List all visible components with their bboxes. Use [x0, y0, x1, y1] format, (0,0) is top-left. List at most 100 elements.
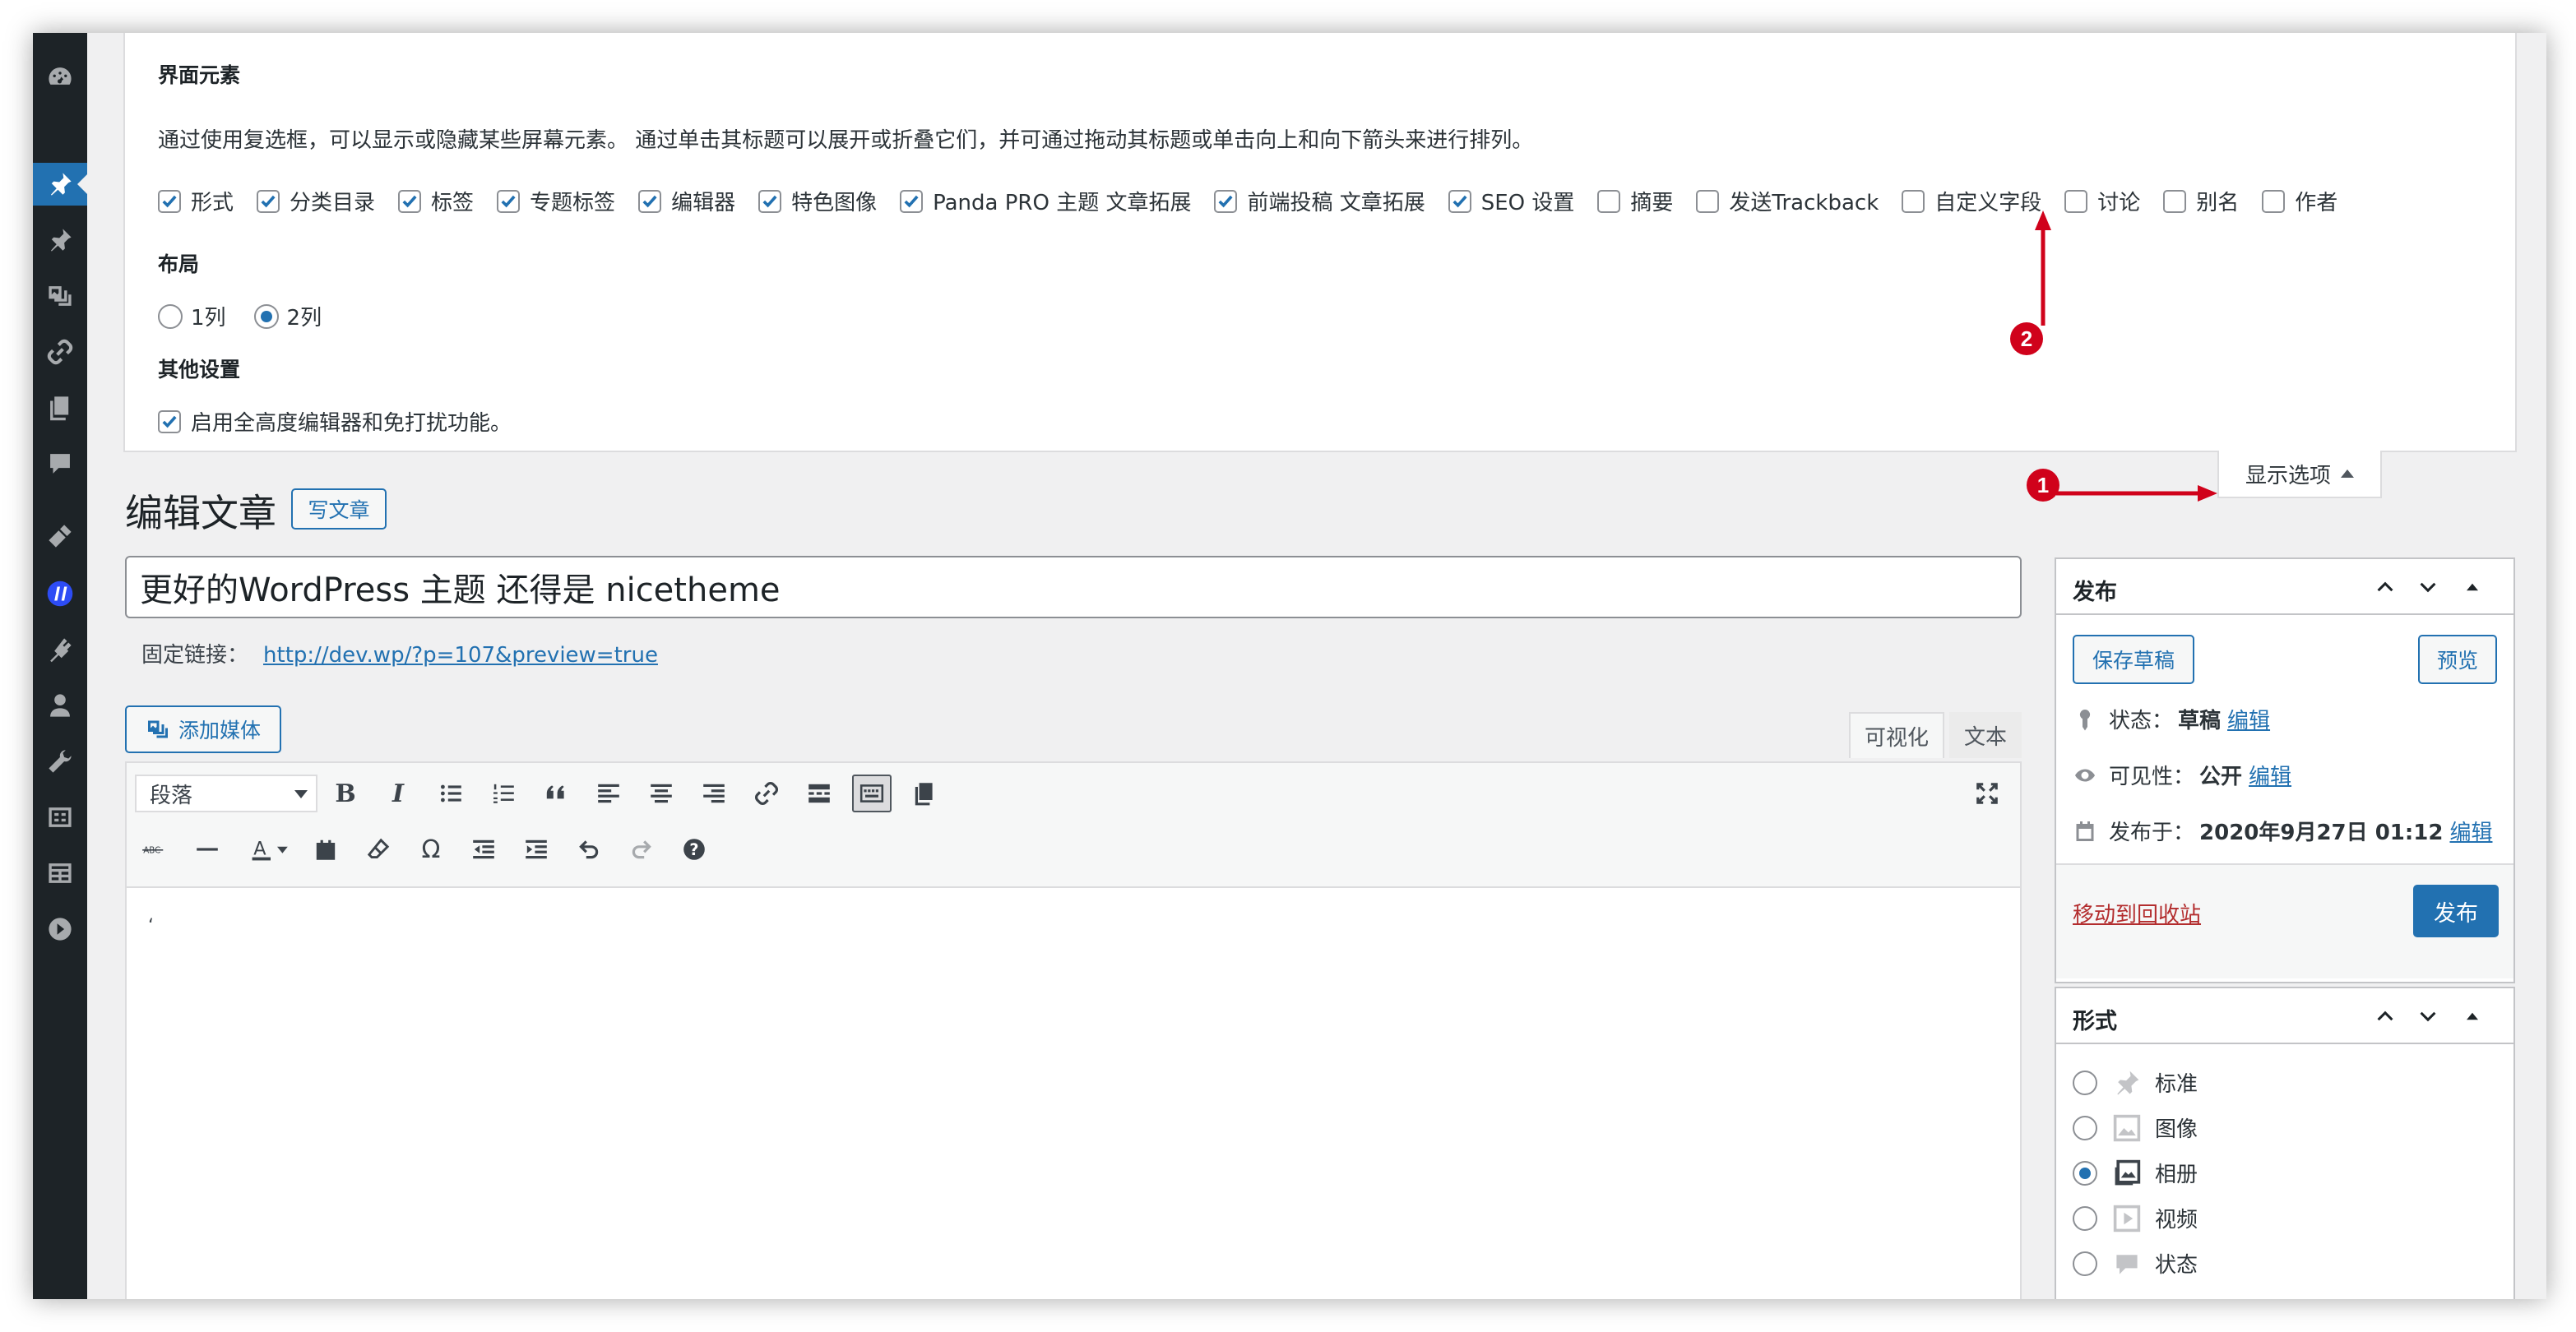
bold-button[interactable]: B: [326, 775, 365, 812]
paste-text-button[interactable]: [306, 830, 345, 868]
link-icon[interactable]: [33, 331, 87, 373]
post-format-option[interactable]: 相册: [2073, 1158, 2198, 1188]
clear-formatting-button[interactable]: [359, 830, 398, 868]
move-to-trash-link[interactable]: 移动到回收站: [2073, 898, 2201, 928]
checkbox-control[interactable]: [398, 189, 422, 213]
screen-element-checkbox[interactable]: 作者: [2262, 186, 2337, 216]
post-format-option[interactable]: 视频: [2073, 1203, 2198, 1233]
outdent-button[interactable]: [464, 830, 503, 868]
media-icon[interactable]: [33, 275, 87, 317]
table-icon[interactable]: [33, 852, 87, 895]
users-icon[interactable]: [33, 684, 87, 727]
posts-pin-icon[interactable]: [33, 163, 87, 206]
post-title-input[interactable]: 更好的WordPress 主题 还得是 nicetheme: [125, 556, 2022, 618]
radio-control[interactable]: [2073, 1115, 2097, 1140]
toolbar-toggle-button[interactable]: [852, 775, 892, 812]
permalink-link[interactable]: http://dev.wp/?p=107&preview=true: [263, 643, 658, 668]
insert-link-button[interactable]: [747, 775, 786, 812]
checkbox-control[interactable]: [1597, 189, 1621, 213]
editor-content[interactable]: ‘: [148, 916, 154, 937]
align-right-button[interactable]: [694, 775, 734, 812]
screen-element-checkbox[interactable]: 编辑器: [638, 186, 735, 216]
dashboard-icon[interactable]: [33, 56, 87, 99]
radio-control[interactable]: [2073, 1160, 2097, 1186]
screen-element-checkbox[interactable]: 形式: [158, 186, 234, 216]
checkbox-control[interactable]: [758, 189, 782, 213]
horizontal-line-button[interactable]: [188, 830, 227, 868]
copy-icon[interactable]: [905, 775, 944, 812]
edit-visibility-link[interactable]: 编辑: [2249, 760, 2291, 790]
settings-icon[interactable]: [33, 796, 87, 839]
save-draft-button[interactable]: 保存草稿: [2073, 635, 2194, 684]
checkbox-control[interactable]: [497, 189, 521, 213]
tools-icon[interactable]: [33, 740, 87, 783]
format-select[interactable]: 段落: [135, 775, 317, 812]
checkbox-control[interactable]: [158, 409, 181, 433]
fullscreen-editor-checkbox[interactable]: 启用全高度编辑器和免打扰功能。: [158, 406, 512, 437]
theme-logo-icon[interactable]: [33, 572, 87, 615]
checkbox-control[interactable]: [1448, 189, 1471, 213]
checkbox-control[interactable]: [1696, 189, 1720, 213]
screen-element-checkbox[interactable]: 标签: [398, 186, 474, 216]
appearance-icon[interactable]: [33, 515, 87, 557]
collapse-menu-icon[interactable]: [33, 908, 87, 950]
align-left-button[interactable]: [589, 775, 628, 812]
redo-button[interactable]: [622, 830, 661, 868]
radio-control[interactable]: [2073, 1251, 2097, 1276]
screen-element-checkbox[interactable]: 别名: [2163, 186, 2239, 216]
screen-element-checkbox[interactable]: 分类目录: [257, 186, 375, 216]
radio-control[interactable]: [2073, 1070, 2097, 1095]
radio-control[interactable]: [253, 303, 279, 329]
layout-1-column-radio[interactable]: 1列: [158, 301, 226, 331]
fullscreen-button[interactable]: [1967, 775, 2007, 812]
screen-options-toggle[interactable]: 显示选项: [2217, 451, 2382, 498]
screen-element-checkbox[interactable]: 发送Trackback: [1696, 186, 1879, 216]
read-more-button[interactable]: [799, 775, 839, 812]
plugins-icon[interactable]: [33, 628, 87, 671]
undo-button[interactable]: [569, 830, 609, 868]
numbered-list-button[interactable]: [484, 775, 523, 812]
edit-status-link[interactable]: 编辑: [2227, 704, 2270, 734]
move-up-icon[interactable]: [2370, 1001, 2400, 1031]
screen-element-checkbox[interactable]: 摘要: [1597, 186, 1673, 216]
checkbox-control[interactable]: [257, 189, 280, 213]
post-format-option[interactable]: 状态: [2073, 1248, 2198, 1279]
layout-2-columns-radio[interactable]: 2列: [253, 301, 322, 331]
checkbox-control[interactable]: [2163, 189, 2187, 213]
pages-icon[interactable]: [33, 386, 87, 429]
add-new-post-button[interactable]: 写文章: [291, 488, 387, 530]
text-color-button[interactable]: A: [242, 830, 299, 868]
screen-element-checkbox[interactable]: SEO 设置: [1448, 186, 1574, 216]
radio-control[interactable]: [158, 303, 183, 329]
special-character-button[interactable]: Ω: [411, 830, 451, 868]
screen-element-checkbox[interactable]: 前端投稿 文章拓展: [1214, 186, 1425, 216]
strikethrough-button[interactable]: ABC: [135, 830, 174, 868]
edit-date-link[interactable]: 编辑: [2449, 816, 2492, 846]
collapse-caret-icon[interactable]: [2458, 572, 2487, 602]
screen-element-checkbox[interactable]: 专题标签: [497, 186, 615, 216]
help-icon[interactable]: ?: [674, 830, 714, 868]
checkbox-control[interactable]: [2262, 189, 2286, 213]
checkbox-control[interactable]: [158, 189, 181, 213]
move-down-icon[interactable]: [2413, 1001, 2443, 1031]
preview-button[interactable]: 预览: [2418, 635, 2497, 684]
move-down-icon[interactable]: [2413, 572, 2443, 602]
align-center-button[interactable]: [642, 775, 681, 812]
post-format-option[interactable]: 图像: [2073, 1112, 2198, 1143]
pin-icon[interactable]: [33, 219, 87, 261]
move-up-icon[interactable]: [2370, 572, 2400, 602]
checkbox-control[interactable]: [900, 189, 924, 213]
radio-control[interactable]: [2073, 1205, 2097, 1231]
collapse-caret-icon[interactable]: [2458, 1001, 2487, 1031]
checkbox-control[interactable]: [1214, 189, 1238, 213]
checkbox-control[interactable]: [638, 189, 662, 213]
italic-button[interactable]: I: [378, 775, 418, 812]
bullet-list-button[interactable]: [431, 775, 470, 812]
comments-icon[interactable]: [33, 442, 87, 485]
add-media-button[interactable]: 添加媒体: [125, 705, 281, 753]
checkbox-control[interactable]: [1902, 189, 1925, 213]
screen-element-checkbox[interactable]: 特色图像: [758, 186, 877, 216]
post-format-option[interactable]: 标准: [2073, 1067, 2198, 1098]
tab-text[interactable]: 文本: [1949, 712, 2022, 758]
blockquote-button[interactable]: [536, 775, 576, 812]
